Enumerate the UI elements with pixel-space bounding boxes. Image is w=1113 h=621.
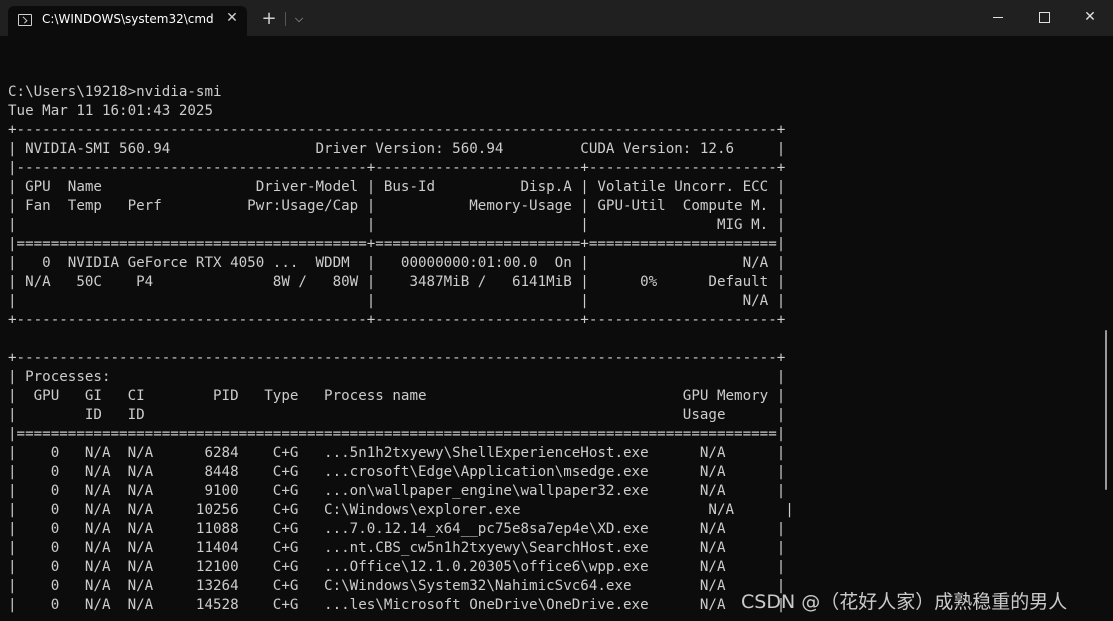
terminal-line: | 0 N/A N/A 12100 C+G ...Office\12.1.0.2… xyxy=(8,559,786,575)
terminal-line: | Processes: | xyxy=(8,369,786,385)
terminal-line: | Fan Temp Perf Pwr:Usage/Cap | Memory-U… xyxy=(8,198,786,214)
maximize-button[interactable] xyxy=(1021,0,1067,36)
terminal-line: Tue Mar 11 16:01:43 2025 xyxy=(8,103,213,119)
terminal-line: | N/A 50C P4 8W / 80W | 3487MiB / 6141Mi… xyxy=(8,274,786,290)
terminal-line: | | | N/A | xyxy=(8,293,786,309)
terminal-line: | GPU Name Driver-Model | Bus-Id Disp.A … xyxy=(8,179,786,195)
terminal-output[interactable]: C:\Users\19218>nvidia-smi Tue Mar 11 16:0… xyxy=(8,83,1098,613)
terminal-line: | ID ID Usage | xyxy=(8,407,786,423)
terminal-line: | 0 N/A N/A 11088 C+G ...7.0.12.14_x64__… xyxy=(8,521,786,537)
chevron-down-icon[interactable]: ⌵ xyxy=(290,8,308,30)
terminal-line: | 0 N/A N/A 9100 C+G ...on\wallpaper_eng… xyxy=(8,483,786,499)
terminal-line: |---------------------------------------… xyxy=(8,160,786,176)
terminal-line: |=======================================… xyxy=(8,236,786,252)
watermark: CSDN @（花好人家）成熟稳重的男人 xyxy=(741,591,1068,613)
terminal-line: | 0 N/A N/A 11404 C+G ...nt.CBS_cw5n1h2t… xyxy=(8,540,786,556)
terminal-line: +---------------------------------------… xyxy=(8,122,786,138)
tab-title: C:\WINDOWS\system32\cmd.e xyxy=(42,12,214,26)
title-bar: C:\WINDOWS\system32\cmd.e ✕ + ⌵ ✕ xyxy=(0,0,1113,36)
terminal-line: | NVIDIA-SMI 560.94 Driver Version: 560.… xyxy=(8,141,786,157)
minimize-button[interactable] xyxy=(975,0,1021,36)
terminal-line: C:\Users\19218>nvidia-smi xyxy=(8,84,222,100)
tab-separator xyxy=(285,12,286,26)
terminal-line: +---------------------------------------… xyxy=(8,312,786,328)
terminal-tab[interactable]: C:\WINDOWS\system32\cmd.e ✕ xyxy=(8,6,247,36)
maximize-icon xyxy=(1039,12,1050,23)
close-button[interactable]: ✕ xyxy=(1067,0,1113,36)
new-tab-icon[interactable]: + xyxy=(258,8,280,30)
terminal-line: | GPU GI CI PID Type Process name GPU Me… xyxy=(8,388,786,404)
terminal-line: | 0 NVIDIA GeForce RTX 4050 ... WDDM | 0… xyxy=(8,255,786,271)
scrollbar[interactable] xyxy=(1105,330,1107,490)
terminal-line: | | | MIG M. | xyxy=(8,217,786,233)
minimize-icon xyxy=(993,17,1003,18)
terminal-line: |=======================================… xyxy=(8,426,786,442)
terminal-line: | 0 N/A N/A 6284 C+G ...5n1h2txyewy\Shel… xyxy=(8,445,786,461)
terminal-line: +---------------------------------------… xyxy=(8,350,786,366)
terminal-line: | 0 N/A N/A 10256 C+G C:\Windows\explore… xyxy=(8,502,794,518)
terminal-line: | 0 N/A N/A 8448 C+G ...crosoft\Edge\App… xyxy=(8,464,786,480)
cmd-icon xyxy=(18,14,32,26)
tab-close-icon[interactable]: ✕ xyxy=(223,9,241,27)
